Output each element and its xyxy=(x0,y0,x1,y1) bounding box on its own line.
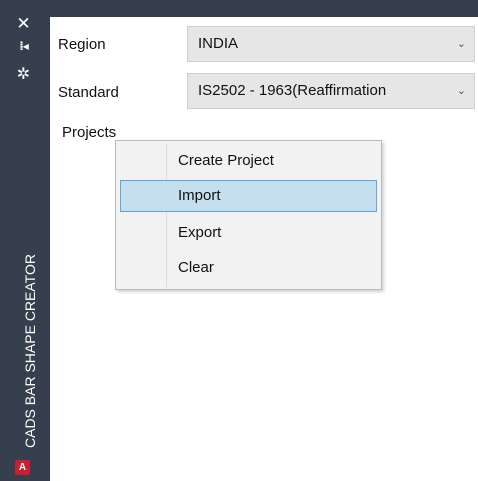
chevron-down-icon[interactable]: ⌄ xyxy=(457,37,466,50)
menu-item-create-project[interactable]: Create Project xyxy=(120,145,377,177)
menu-item-clear[interactable]: Clear xyxy=(120,252,377,284)
projects-context-menu: Create Project Import Export Clear xyxy=(115,140,382,290)
palette-title-bar[interactable]: ✕ ⁞◂ ✲ CADS BAR SHAPE CREATOR A xyxy=(0,0,47,481)
region-select[interactable]: INDIA ⌄ xyxy=(187,26,475,62)
region-label: Region xyxy=(58,36,106,53)
standard-label: Standard xyxy=(58,84,119,101)
menu-item-label: Import xyxy=(178,187,221,204)
cads-bar-shape-palette: ✕ ⁞◂ ✲ CADS BAR SHAPE CREATOR A Region I… xyxy=(0,0,478,481)
standard-select[interactable]: IS2502 - 1963(Reaffirmation ⌄ xyxy=(187,73,475,109)
chevron-down-icon[interactable]: ⌄ xyxy=(457,84,466,97)
menu-item-export[interactable]: Export xyxy=(120,217,377,249)
standard-select-value: IS2502 - 1963(Reaffirmation xyxy=(198,82,387,99)
palette-title: CADS BAR SHAPE CREATOR xyxy=(22,254,38,448)
region-select-value: INDIA xyxy=(198,35,239,52)
menu-item-label: Clear xyxy=(178,259,214,276)
close-icon[interactable]: ✕ xyxy=(0,16,47,33)
menu-item-import[interactable]: Import xyxy=(120,180,377,212)
properties-icon[interactable]: ✲ xyxy=(0,66,47,82)
menu-item-label: Export xyxy=(178,224,222,241)
projects-tree-header: Projects xyxy=(62,124,117,141)
app-logo-icon: A xyxy=(15,460,30,475)
auto-hide-icon[interactable]: ⁞◂ xyxy=(0,40,47,52)
menu-item-label: Create Project xyxy=(178,152,274,169)
